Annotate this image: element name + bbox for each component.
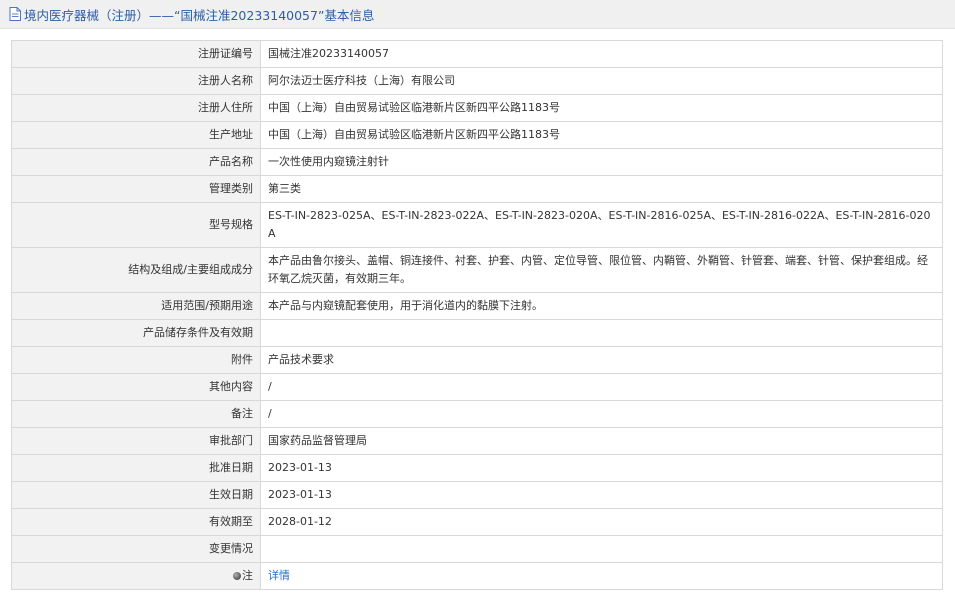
row-value: 阿尔法迈士医疗科技（上海）有限公司 — [260, 67, 943, 95]
row-label: 结构及组成/主要组成成分 — [11, 247, 261, 293]
row-value: 国家药品监督管理局 — [260, 427, 943, 455]
row-label: 生效日期 — [11, 481, 261, 509]
row-label: 审批部门 — [11, 427, 261, 455]
row-value: 一次性使用内窥镜注射针 — [260, 148, 943, 176]
note-label: 注 — [242, 569, 253, 582]
info-row: 产品名称 一次性使用内窥镜注射针 — [11, 148, 943, 176]
row-value: 本产品与内窥镜配套使用，用于消化道内的黏膜下注射。 — [260, 292, 943, 320]
row-label: 附件 — [11, 346, 261, 374]
page-header: 境内医疗器械（注册）——“国械注准20233140057”基本信息 — [0, 0, 955, 29]
row-value: 2023-01-13 — [260, 481, 943, 509]
row-label: 变更情况 — [11, 535, 261, 563]
row-label: 其他内容 — [11, 373, 261, 401]
note-value-cell: 详情 — [260, 562, 943, 590]
row-label: 管理类别 — [11, 175, 261, 203]
row-value: 国械注准20233140057 — [260, 40, 943, 68]
row-label: 批准日期 — [11, 454, 261, 482]
info-row: 审批部门 国家药品监督管理局 — [11, 427, 943, 455]
row-value: 2028-01-12 — [260, 508, 943, 536]
page-title: 境内医疗器械（注册）——“国械注准20233140057”基本信息 — [24, 7, 375, 23]
info-row: 备注 / — [11, 400, 943, 428]
info-row: 型号规格 ES-T-IN-2823-025A、ES-T-IN-2823-022A… — [11, 202, 943, 248]
row-label: 生产地址 — [11, 121, 261, 149]
row-label: 注册人住所 — [11, 94, 261, 122]
row-label: 适用范围/预期用途 — [11, 292, 261, 320]
detail-link[interactable]: 详情 — [268, 569, 290, 582]
info-row: 产品储存条件及有效期 — [11, 319, 943, 347]
row-label: 型号规格 — [11, 202, 261, 248]
row-value — [260, 535, 943, 563]
dot-icon — [233, 572, 241, 580]
info-row: 生产地址 中国（上海）自由贸易试验区临港新片区新四平公路1183号 — [11, 121, 943, 149]
note-label-cell: 注 — [11, 562, 261, 590]
row-value: 本产品由鲁尔接头、盖帽、铜连接件、衬套、护套、内管、定位导管、限位管、内鞘管、外… — [260, 247, 943, 293]
info-row: 管理类别 第三类 — [11, 175, 943, 203]
row-value: 中国（上海）自由贸易试验区临港新片区新四平公路1183号 — [260, 121, 943, 149]
info-row: 生效日期 2023-01-13 — [11, 481, 943, 509]
info-row: 有效期至 2028-01-12 — [11, 508, 943, 536]
info-row: 注册证编号 国械注准20233140057 — [11, 40, 943, 68]
row-value: ES-T-IN-2823-025A、ES-T-IN-2823-022A、ES-T… — [260, 202, 943, 248]
row-label: 注册证编号 — [11, 40, 261, 68]
info-row: 注册人住所 中国（上海）自由贸易试验区临港新片区新四平公路1183号 — [11, 94, 943, 122]
info-table-body: 注册证编号 国械注准20233140057 注册人名称 阿尔法迈士医疗科技（上海… — [11, 40, 943, 590]
row-value: 产品技术要求 — [260, 346, 943, 374]
row-value: / — [260, 400, 943, 428]
note-row: 注 详情 — [11, 562, 943, 590]
info-row: 附件 产品技术要求 — [11, 346, 943, 374]
row-value: 第三类 — [260, 175, 943, 203]
info-row: 批准日期 2023-01-13 — [11, 454, 943, 482]
info-row: 其他内容 / — [11, 373, 943, 401]
row-value: 2023-01-13 — [260, 454, 943, 482]
row-value — [260, 319, 943, 347]
info-row: 结构及组成/主要组成成分 本产品由鲁尔接头、盖帽、铜连接件、衬套、护套、内管、定… — [11, 247, 943, 293]
registration-info-table: 注册证编号 国械注准20233140057 注册人名称 阿尔法迈士医疗科技（上海… — [11, 40, 943, 590]
info-row: 变更情况 — [11, 535, 943, 563]
row-label: 产品名称 — [11, 148, 261, 176]
row-label: 注册人名称 — [11, 67, 261, 95]
row-label: 产品储存条件及有效期 — [11, 319, 261, 347]
row-label: 有效期至 — [11, 508, 261, 536]
info-row: 注册人名称 阿尔法迈士医疗科技（上海）有限公司 — [11, 67, 943, 95]
row-value: / — [260, 373, 943, 401]
row-label: 备注 — [11, 400, 261, 428]
document-icon — [9, 7, 21, 21]
info-row: 适用范围/预期用途 本产品与内窥镜配套使用，用于消化道内的黏膜下注射。 — [11, 292, 943, 320]
row-value: 中国（上海）自由贸易试验区临港新片区新四平公路1183号 — [260, 94, 943, 122]
